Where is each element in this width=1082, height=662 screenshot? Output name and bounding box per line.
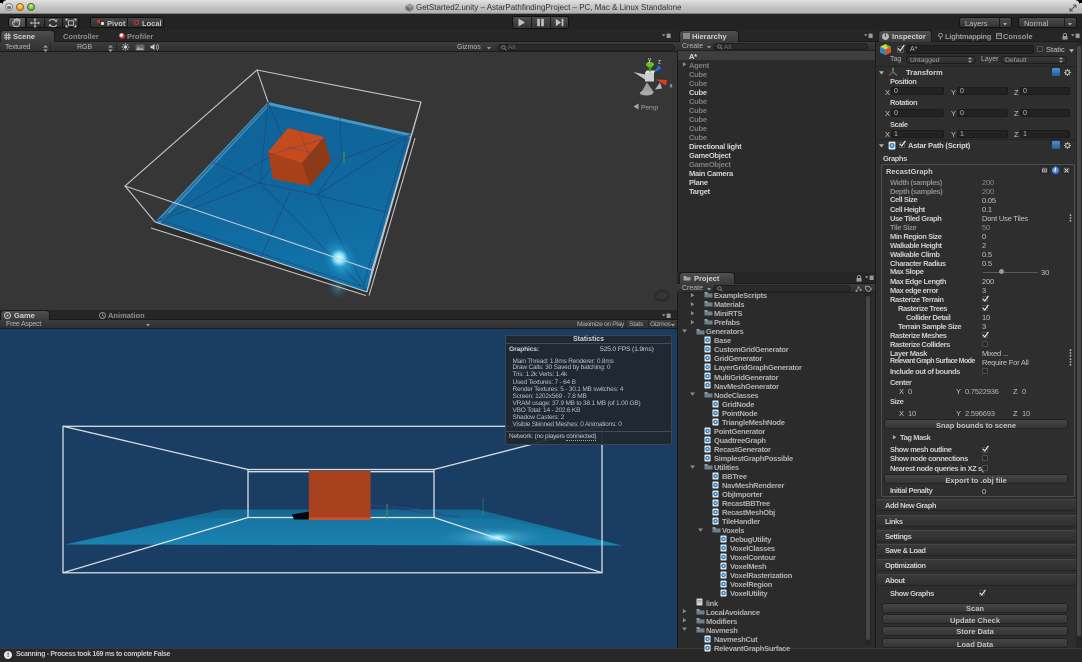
svg-text:z: z	[658, 60, 661, 66]
svg-text:x: x	[670, 84, 673, 90]
svg-text:y: y	[648, 58, 651, 64]
svg-text:Persp: Persp	[641, 105, 658, 112]
